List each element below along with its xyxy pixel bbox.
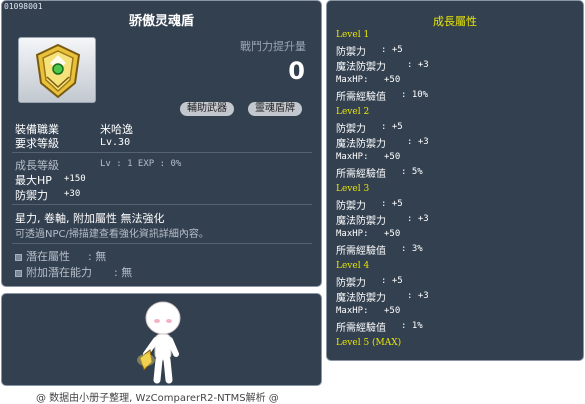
- level-4-maxhp-value: +50: [384, 306, 401, 316]
- additional-potential-row: 附加潛在能力: [15, 264, 92, 280]
- potential-row: 潛在屬性: [15, 248, 70, 264]
- req-level-value: Lv.30: [100, 137, 131, 148]
- divider: [12, 243, 312, 244]
- level-1-title: Level 1: [336, 30, 370, 40]
- growth-level-label: 成長等級: [15, 159, 59, 172]
- enhance-note-text: 可透過NPC/掃描建查看強化資訊詳細內容。: [15, 229, 209, 240]
- level-1-maxhp-value: +50: [384, 75, 401, 85]
- level-1-defense-value: : +5: [381, 45, 403, 55]
- growth-panel-title: 成長屬性: [433, 15, 477, 28]
- tag-secondary-weapon: 輔助武器: [180, 102, 234, 116]
- level-4-exp-label: 所需經驗值: [336, 323, 386, 334]
- potential-label: 潛在屬性: [26, 250, 70, 263]
- level-4-title: Level 4: [336, 261, 370, 271]
- level-4-defense-label: 防禦力: [336, 278, 366, 289]
- level-1-exp-label: 所需經驗值: [336, 92, 386, 103]
- level-4-mdef-value: : +3: [407, 291, 429, 301]
- growth-level-value: Lv : 1 EXP : 0%: [100, 159, 182, 169]
- divider: [12, 204, 312, 205]
- level-3-mdef-value: : +3: [407, 214, 429, 224]
- level-1-maxhp-label: MaxHP:: [336, 75, 369, 85]
- level-3-exp-value: : 3%: [401, 244, 423, 254]
- stat-maxhp-value: +150: [64, 174, 86, 184]
- stat-defense-value: +30: [64, 189, 81, 199]
- power-increase-label: 戰鬥力提升量: [240, 40, 306, 53]
- enhance-attributes-text: 星力, 卷軸, 附加屬性 無法強化: [15, 212, 165, 225]
- avatar-preview-panel: [1, 293, 322, 386]
- divider: [12, 152, 312, 153]
- level-1-mdef-label: 魔法防禦力: [336, 62, 386, 73]
- level-2-defense-value: : +5: [381, 122, 403, 132]
- level-3-defense-value: : +5: [381, 199, 403, 209]
- req-level-label: 要求等級: [15, 137, 59, 150]
- item-icon-frame: [18, 37, 96, 103]
- level-2-mdef-value: : +3: [407, 137, 429, 147]
- level-2-title: Level 2: [336, 107, 370, 117]
- level-5-title: Level 5 (MAX): [336, 338, 402, 348]
- soul-shield-item-icon: [35, 43, 81, 99]
- level-2-mdef-label: 魔法防禦力: [336, 139, 386, 150]
- potential-value: : 無: [88, 250, 107, 263]
- footer-credit: @ 数据由小册子整理, WzComparerR2-NTMS解析 @: [36, 393, 279, 404]
- level-1-defense-label: 防禦力: [336, 47, 366, 58]
- level-2-defense-label: 防禦力: [336, 124, 366, 135]
- level-2-maxhp-label: MaxHP:: [336, 152, 369, 162]
- level-4-exp-value: : 1%: [401, 321, 423, 331]
- bullet-icon: [15, 253, 22, 261]
- tag-soul-shield: 靈魂盾牌: [248, 102, 302, 116]
- item-tooltip-panel: 01098001 骄傲灵魂盾 戰鬥力提升量 0 輔助武器 靈魂盾牌 裝備職業 米…: [1, 0, 322, 287]
- level-3-exp-label: 所需經驗值: [336, 246, 386, 257]
- level-1-mdef-value: : +3: [407, 60, 429, 70]
- level-4-mdef-label: 魔法防禦力: [336, 293, 386, 304]
- additional-potential-value: : 無: [114, 266, 133, 279]
- additional-potential-label: 附加潛在能力: [26, 266, 92, 279]
- level-3-defense-label: 防禦力: [336, 201, 366, 212]
- stat-maxhp-label: 最大HP: [15, 174, 52, 187]
- level-3-title: Level 3: [336, 184, 370, 194]
- level-2-exp-label: 所需經驗值: [336, 169, 386, 180]
- stat-defense-label: 防禦力: [15, 189, 48, 202]
- level-3-maxhp-label: MaxHP:: [336, 229, 369, 239]
- level-2-maxhp-value: +50: [384, 152, 401, 162]
- item-name: 骄傲灵魂盾: [128, 14, 194, 29]
- level-2-exp-value: : 5%: [401, 167, 423, 177]
- level-4-defense-value: : +5: [381, 276, 403, 286]
- level-3-maxhp-value: +50: [384, 229, 401, 239]
- power-increase-value: 0: [288, 57, 305, 85]
- character-avatar: [137, 301, 181, 384]
- level-3-mdef-label: 魔法防禦力: [336, 216, 386, 227]
- level-1-exp-value: : 10%: [401, 90, 429, 100]
- bullet-icon: [15, 269, 22, 277]
- growth-attributes-panel: 成長屬性 Level 1 防禦力 : +5 魔法防禦力 : +3 MaxHP: …: [326, 0, 584, 361]
- job-value: 米哈逸: [100, 123, 133, 136]
- level-4-maxhp-label: MaxHP:: [336, 306, 369, 316]
